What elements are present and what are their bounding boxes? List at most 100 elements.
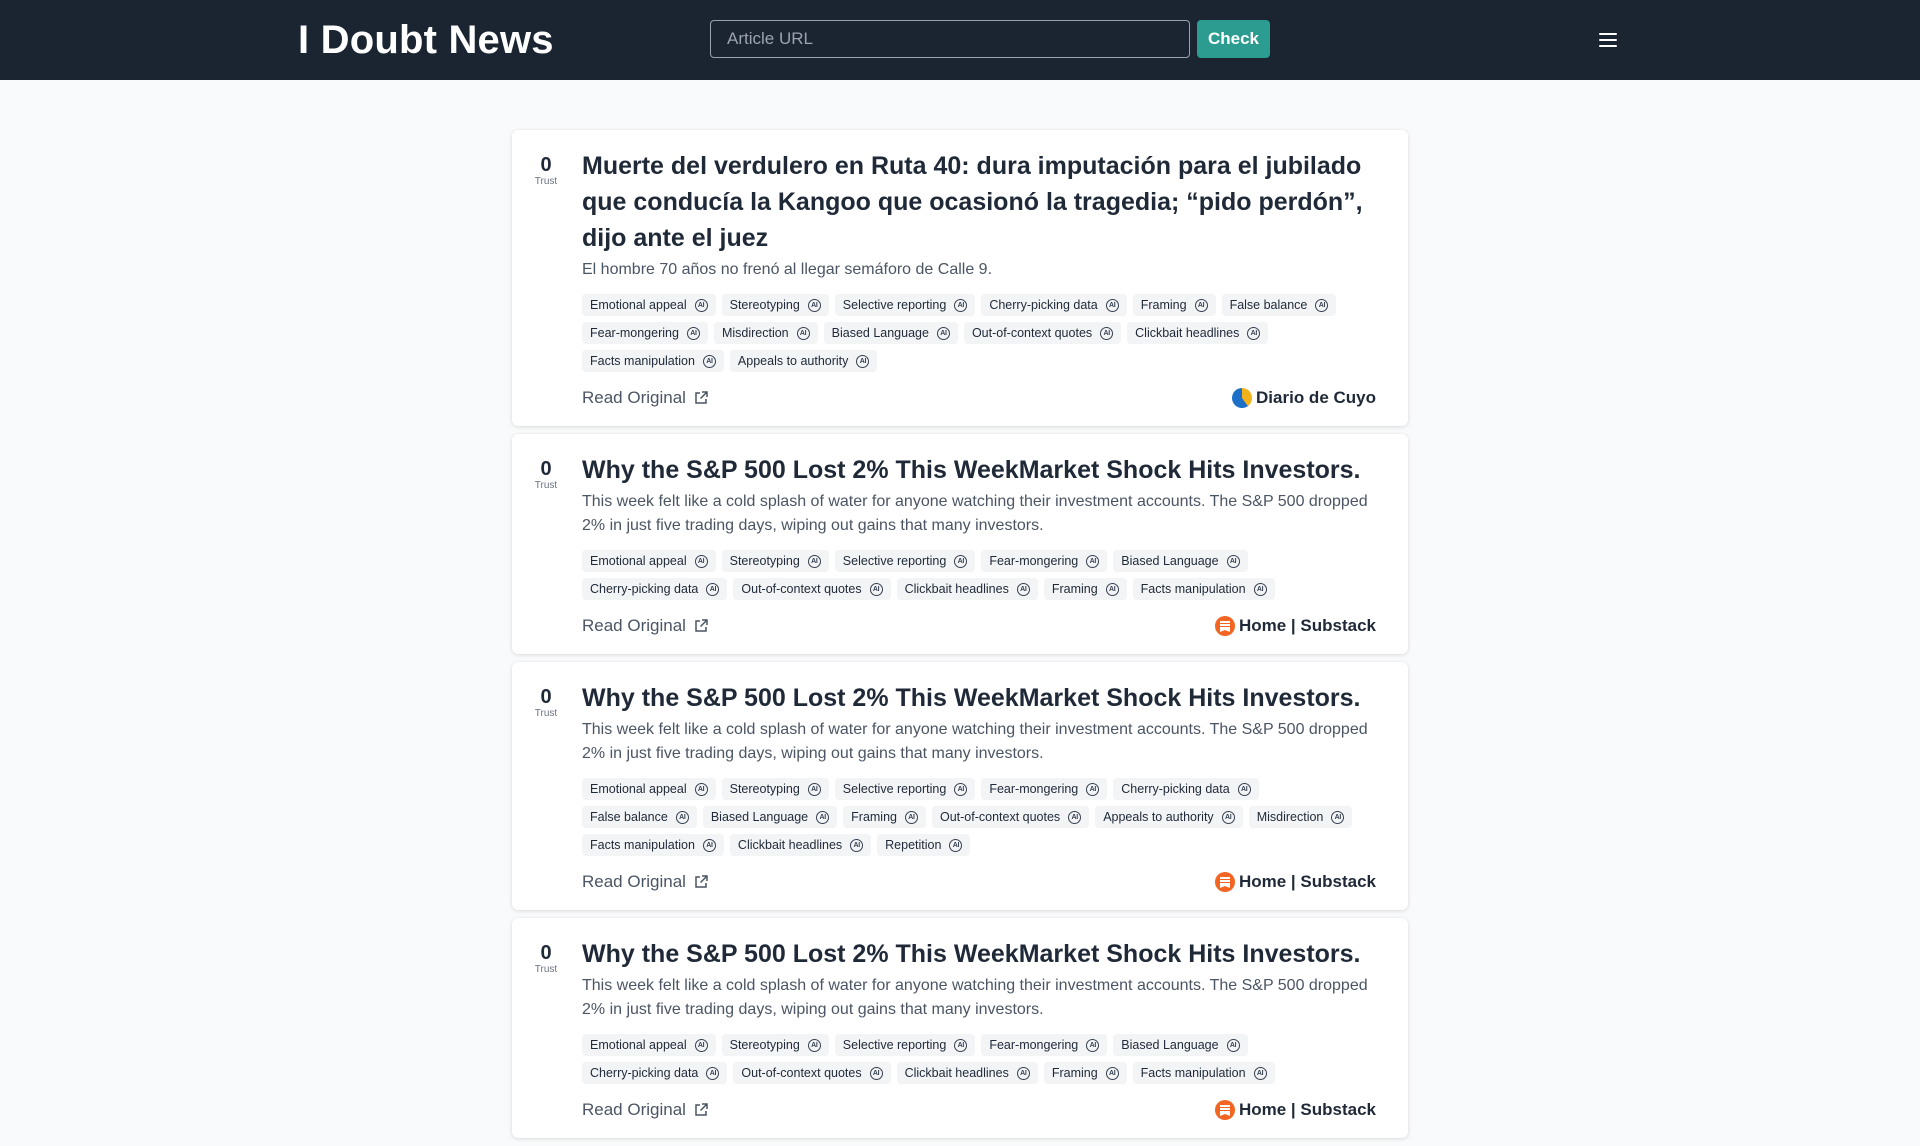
read-original-link[interactable]: Read Original (582, 872, 708, 892)
article-title[interactable]: Why the S&P 500 Lost 2% This WeekMarket … (582, 680, 1376, 716)
read-original-link[interactable]: Read Original (582, 616, 708, 636)
article-card: 0 Trust Why the S&P 500 Lost 2% This WeekM… (512, 918, 1408, 1138)
ai-badge-icon: AI (1331, 810, 1345, 824)
ai-badge-icon: AI (856, 354, 870, 368)
manipulation-tag[interactable]: Out-of-context quotes AI (733, 1062, 891, 1084)
manipulation-tag[interactable]: Fear-mongering AI (981, 778, 1108, 800)
manipulation-tag[interactable]: Facts manipulation AI (582, 834, 724, 856)
manipulation-tag[interactable]: Cherry-picking data AI (1113, 778, 1259, 800)
manipulation-tag[interactable]: Selective reporting AI (834, 294, 976, 316)
article-title[interactable]: Why the S&P 500 Lost 2% This WeekMarket … (582, 452, 1376, 488)
ai-badge-icon: AI (1253, 1066, 1267, 1080)
manipulation-tag[interactable]: Framing AI (1043, 578, 1127, 600)
source[interactable]: Home | Substack (1214, 1100, 1376, 1120)
manipulation-tag[interactable]: Misdirection AI (1248, 806, 1353, 828)
manipulation-tag[interactable]: Cherry-picking data AI (582, 1062, 728, 1084)
ai-badge-icon: AI (706, 582, 720, 596)
manipulation-tag[interactable]: Emotional appeal AI (582, 294, 716, 316)
manipulation-tag[interactable]: Stereotyping AI (721, 550, 829, 572)
manipulation-tag[interactable]: False balance AI (582, 806, 697, 828)
manipulation-tag[interactable]: Misdirection AI (713, 322, 818, 344)
manipulation-tag[interactable]: Repetition AI (877, 834, 971, 856)
manipulation-tag[interactable]: Appeals to authority AI (1095, 806, 1243, 828)
manipulation-tag[interactable]: Framing AI (1132, 294, 1216, 316)
ai-badge-icon: AI (954, 782, 968, 796)
manipulation-tag[interactable]: Facts manipulation AI (1132, 1062, 1275, 1084)
tag-list: Emotional appeal AI Stereotyping AI Selectiv… (582, 778, 1376, 856)
manipulation-tag[interactable]: Cherry-picking data AI (582, 578, 728, 600)
article-url-input[interactable] (710, 20, 1190, 58)
manipulation-tag[interactable]: Stereotyping AI (721, 294, 829, 316)
ai-badge-icon: AI (702, 838, 716, 852)
trust-score-label: Trust (534, 176, 558, 187)
manipulation-tag[interactable]: Emotional appeal AI (582, 1034, 716, 1056)
tag-label: Fear-mongering (989, 554, 1079, 568)
manipulation-tag[interactable]: Selective reporting AI (834, 778, 976, 800)
ai-badge-icon: AI (1315, 298, 1329, 312)
tag-label: Clickbait headlines (904, 1066, 1009, 1080)
check-button[interactable]: Check (1197, 20, 1270, 58)
tag-label: Out-of-context quotes (939, 810, 1061, 824)
manipulation-tag[interactable]: Biased Language AI (823, 322, 958, 344)
tag-label: Clickbait headlines (1135, 326, 1240, 340)
tag-label: Selective reporting (842, 554, 947, 568)
source-name: Diario de Cuyo (1256, 388, 1376, 407)
tag-label: Selective reporting (842, 1038, 947, 1052)
ai-badge-icon: AI (807, 782, 821, 796)
ai-badge-icon: AI (850, 838, 864, 852)
manipulation-tag[interactable]: Emotional appeal AI (582, 778, 716, 800)
article-title[interactable]: Why the S&P 500 Lost 2% This WeekMarket … (582, 936, 1376, 972)
manipulation-tag[interactable]: Fear-mongering AI (981, 1034, 1108, 1056)
manipulation-tag[interactable]: Selective reporting AI (834, 1034, 976, 1056)
manipulation-tag[interactable]: Stereotyping AI (721, 778, 829, 800)
substack-logo-icon (1214, 872, 1235, 892)
read-original-label: Read Original (582, 616, 686, 635)
ai-badge-icon: AI (904, 810, 918, 824)
ai-badge-icon: AI (1194, 298, 1208, 312)
source[interactable]: Home | Substack (1214, 616, 1376, 636)
manipulation-tag[interactable]: Selective reporting AI (834, 550, 976, 572)
manipulation-tag[interactable]: Out-of-context quotes AI (963, 322, 1122, 344)
read-original-link[interactable]: Read Original (582, 1100, 708, 1120)
manipulation-tag[interactable]: Stereotyping AI (721, 1034, 829, 1056)
trust-score-label: Trust (534, 964, 558, 975)
manipulation-tag[interactable]: Framing AI (1043, 1062, 1127, 1084)
manipulation-tag[interactable]: Out-of-context quotes AI (733, 578, 891, 600)
ai-badge-icon: AI (1253, 582, 1267, 596)
source-name: Home | Substack (1238, 616, 1376, 635)
manipulation-tag[interactable]: Biased Language AI (702, 806, 838, 828)
manipulation-tag[interactable]: Fear-mongering AI (981, 550, 1108, 572)
ai-badge-icon: AI (807, 554, 821, 568)
tag-label: Biased Language (710, 810, 809, 824)
manipulation-tag[interactable]: Clickbait headlines AI (896, 1062, 1038, 1084)
ai-badge-icon: AI (1086, 1038, 1100, 1052)
ai-badge-icon: AI (954, 298, 968, 312)
manipulation-tag[interactable]: Fear-mongering AI (582, 322, 708, 344)
manipulation-tag[interactable]: Out-of-context quotes AI (931, 806, 1090, 828)
source[interactable]: Home | Substack (1214, 872, 1376, 892)
manipulation-tag[interactable]: Cherry-picking data AI (981, 294, 1127, 316)
source[interactable]: Diario de Cuyo (1232, 388, 1376, 408)
manipulation-tag[interactable]: False balance AI (1221, 294, 1337, 316)
ai-badge-icon: AI (869, 582, 883, 596)
hamburger-menu-icon[interactable] (1596, 28, 1620, 52)
article-card: 0 Trust Why the S&P 500 Lost 2% This WeekM… (512, 434, 1408, 654)
external-link-icon (695, 1103, 708, 1116)
manipulation-tag[interactable]: Facts manipulation AI (582, 350, 724, 372)
manipulation-tag[interactable]: Clickbait headlines AI (1127, 322, 1269, 344)
ai-badge-icon: AI (1105, 582, 1119, 596)
tag-label: Framing (851, 810, 897, 824)
brand-logo[interactable]: I Doubt News (298, 16, 554, 64)
ai-badge-icon: AI (1016, 582, 1030, 596)
manipulation-tag[interactable]: Biased Language AI (1113, 550, 1248, 572)
manipulation-tag[interactable]: Emotional appeal AI (582, 550, 716, 572)
manipulation-tag[interactable]: Appeals to authority AI (729, 350, 878, 372)
manipulation-tag[interactable]: Framing AI (843, 806, 926, 828)
read-original-link[interactable]: Read Original (582, 388, 708, 408)
manipulation-tag[interactable]: Clickbait headlines AI (896, 578, 1038, 600)
manipulation-tag[interactable]: Biased Language AI (1113, 1034, 1248, 1056)
manipulation-tag[interactable]: Facts manipulation AI (1132, 578, 1275, 600)
article-title[interactable]: Muerte del verdulero en Ruta 40: dura im… (582, 148, 1376, 256)
ai-badge-icon: AI (1221, 810, 1235, 824)
manipulation-tag[interactable]: Clickbait headlines AI (729, 834, 872, 856)
